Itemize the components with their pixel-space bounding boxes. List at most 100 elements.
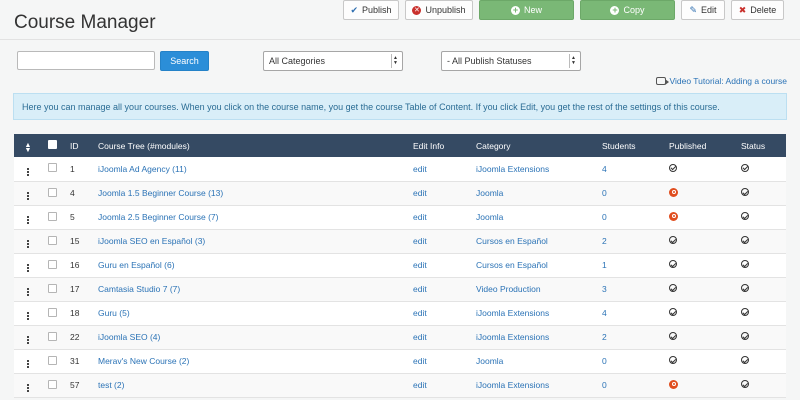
row-checkbox[interactable] bbox=[48, 211, 57, 221]
row-checkbox[interactable] bbox=[48, 235, 57, 245]
edit-link[interactable]: edit bbox=[413, 380, 427, 390]
edit-link[interactable]: edit bbox=[413, 356, 427, 366]
category-link[interactable]: iJoomla Extensions bbox=[476, 164, 549, 174]
course-name-link[interactable]: iJoomla Ad Agency (11) bbox=[98, 164, 187, 174]
edit-link[interactable]: edit bbox=[413, 284, 427, 294]
students-link[interactable]: 1 bbox=[602, 260, 607, 270]
course-name-link[interactable]: iJoomla SEO (4) bbox=[98, 332, 160, 342]
drag-handle-icon[interactable] bbox=[27, 360, 29, 368]
drag-handle-icon[interactable] bbox=[27, 240, 29, 248]
category-select[interactable]: All Categories ▲ ▼ bbox=[263, 51, 403, 71]
category-link[interactable]: iJoomla Extensions bbox=[476, 380, 549, 390]
course-id: 31 bbox=[70, 356, 80, 366]
status-icon[interactable] bbox=[741, 308, 749, 316]
header-students[interactable]: Students bbox=[596, 134, 663, 157]
edit-link[interactable]: edit bbox=[413, 260, 427, 270]
edit-link[interactable]: edit bbox=[413, 236, 427, 246]
students-link[interactable]: 0 bbox=[602, 380, 607, 390]
unpublished-icon[interactable] bbox=[669, 187, 678, 197]
drag-handle-icon[interactable] bbox=[27, 216, 29, 224]
unpublished-icon[interactable] bbox=[669, 211, 678, 221]
students-link[interactable]: 3 bbox=[602, 284, 607, 294]
header-category[interactable]: Category bbox=[470, 134, 596, 157]
new-button[interactable]: + New bbox=[479, 0, 574, 20]
status-icon[interactable] bbox=[741, 163, 749, 172]
row-checkbox[interactable] bbox=[48, 331, 57, 341]
drag-handle-icon[interactable] bbox=[27, 288, 29, 296]
status-icon[interactable] bbox=[741, 188, 749, 196]
course-name-link[interactable]: test (2) bbox=[98, 380, 124, 390]
row-checkbox[interactable] bbox=[48, 187, 57, 197]
drag-handle-icon[interactable] bbox=[27, 336, 29, 344]
published-icon[interactable] bbox=[669, 308, 677, 316]
course-name-link[interactable]: Joomla 2.5 Beginner Course (7) bbox=[98, 212, 218, 222]
category-link[interactable]: iJoomla Extensions bbox=[476, 308, 549, 318]
published-icon[interactable] bbox=[669, 236, 677, 244]
delete-button[interactable]: ✖ Delete bbox=[731, 0, 784, 20]
course-name-link[interactable]: Merav's New Course (2) bbox=[98, 356, 189, 366]
students-link[interactable]: 2 bbox=[602, 332, 607, 342]
header-published[interactable]: Published bbox=[663, 134, 735, 157]
status-icon[interactable] bbox=[741, 284, 749, 292]
students-link[interactable]: 4 bbox=[602, 164, 607, 174]
edit-link[interactable]: edit bbox=[413, 188, 427, 198]
course-name-link[interactable]: Joomla 1.5 Beginner Course (13) bbox=[98, 188, 223, 198]
published-icon[interactable] bbox=[669, 284, 677, 292]
status-icon[interactable] bbox=[741, 236, 749, 244]
edit-button[interactable]: ✎ Edit bbox=[681, 0, 725, 20]
students-link[interactable]: 0 bbox=[602, 356, 607, 366]
published-icon[interactable] bbox=[669, 332, 677, 340]
sort-handle-header[interactable]: ▲ ▼ bbox=[14, 134, 42, 157]
status-icon[interactable] bbox=[741, 356, 749, 364]
header-status[interactable]: Status bbox=[735, 134, 786, 157]
row-checkbox[interactable] bbox=[48, 307, 57, 317]
unpublished-icon[interactable] bbox=[669, 379, 678, 389]
course-name-link[interactable]: Camtasia Studio 7 (7) bbox=[98, 284, 180, 294]
search-input[interactable] bbox=[17, 51, 155, 70]
edit-link[interactable]: edit bbox=[413, 332, 427, 342]
category-link[interactable]: Cursos en Español bbox=[476, 236, 548, 246]
unpublish-button[interactable]: ✕ Unpublish bbox=[405, 0, 473, 20]
category-link[interactable]: Video Production bbox=[476, 284, 541, 294]
status-icon[interactable] bbox=[741, 380, 749, 388]
course-name-link[interactable]: iJoomla SEO en Español (3) bbox=[98, 236, 205, 246]
course-name-link[interactable]: Guru (5) bbox=[98, 308, 130, 318]
published-icon[interactable] bbox=[669, 163, 677, 172]
students-link[interactable]: 0 bbox=[602, 188, 607, 198]
row-checkbox[interactable] bbox=[48, 283, 57, 293]
status-icon[interactable] bbox=[741, 212, 749, 220]
category-link[interactable]: Joomla bbox=[476, 188, 503, 198]
row-checkbox[interactable] bbox=[48, 259, 57, 269]
drag-handle-icon[interactable] bbox=[27, 384, 29, 392]
students-link[interactable]: 0 bbox=[602, 212, 607, 222]
category-link[interactable]: Joomla bbox=[476, 356, 503, 366]
published-icon[interactable] bbox=[669, 356, 677, 364]
search-button[interactable]: Search bbox=[160, 51, 209, 71]
publish-status-select[interactable]: - All Publish Statuses ▲ ▼ bbox=[441, 51, 581, 71]
students-link[interactable]: 2 bbox=[602, 236, 607, 246]
edit-link[interactable]: edit bbox=[413, 164, 427, 174]
video-tutorial-link[interactable]: Video Tutorial: Adding a course bbox=[656, 76, 787, 86]
status-icon[interactable] bbox=[741, 332, 749, 340]
status-icon[interactable] bbox=[741, 260, 749, 268]
edit-link[interactable]: edit bbox=[413, 308, 427, 318]
course-name-link[interactable]: Guru en Español (6) bbox=[98, 260, 175, 270]
students-link[interactable]: 4 bbox=[602, 308, 607, 318]
edit-link[interactable]: edit bbox=[413, 212, 427, 222]
drag-handle-icon[interactable] bbox=[27, 167, 29, 176]
row-checkbox[interactable] bbox=[48, 163, 57, 173]
row-checkbox[interactable] bbox=[48, 379, 57, 389]
category-link[interactable]: Cursos en Español bbox=[476, 260, 548, 270]
copy-button[interactable]: + Copy bbox=[580, 0, 675, 20]
header-id[interactable]: ID bbox=[64, 134, 92, 157]
drag-handle-icon[interactable] bbox=[27, 312, 29, 320]
published-icon[interactable] bbox=[669, 260, 677, 268]
select-all-checkbox[interactable] bbox=[48, 140, 57, 149]
publish-button[interactable]: ✔ Publish bbox=[343, 0, 399, 20]
drag-handle-icon[interactable] bbox=[27, 192, 29, 200]
header-course-tree[interactable]: Course Tree (#modules) bbox=[92, 134, 407, 157]
row-checkbox[interactable] bbox=[48, 355, 57, 365]
category-link[interactable]: iJoomla Extensions bbox=[476, 332, 549, 342]
category-link[interactable]: Joomla bbox=[476, 212, 503, 222]
drag-handle-icon[interactable] bbox=[27, 264, 29, 272]
